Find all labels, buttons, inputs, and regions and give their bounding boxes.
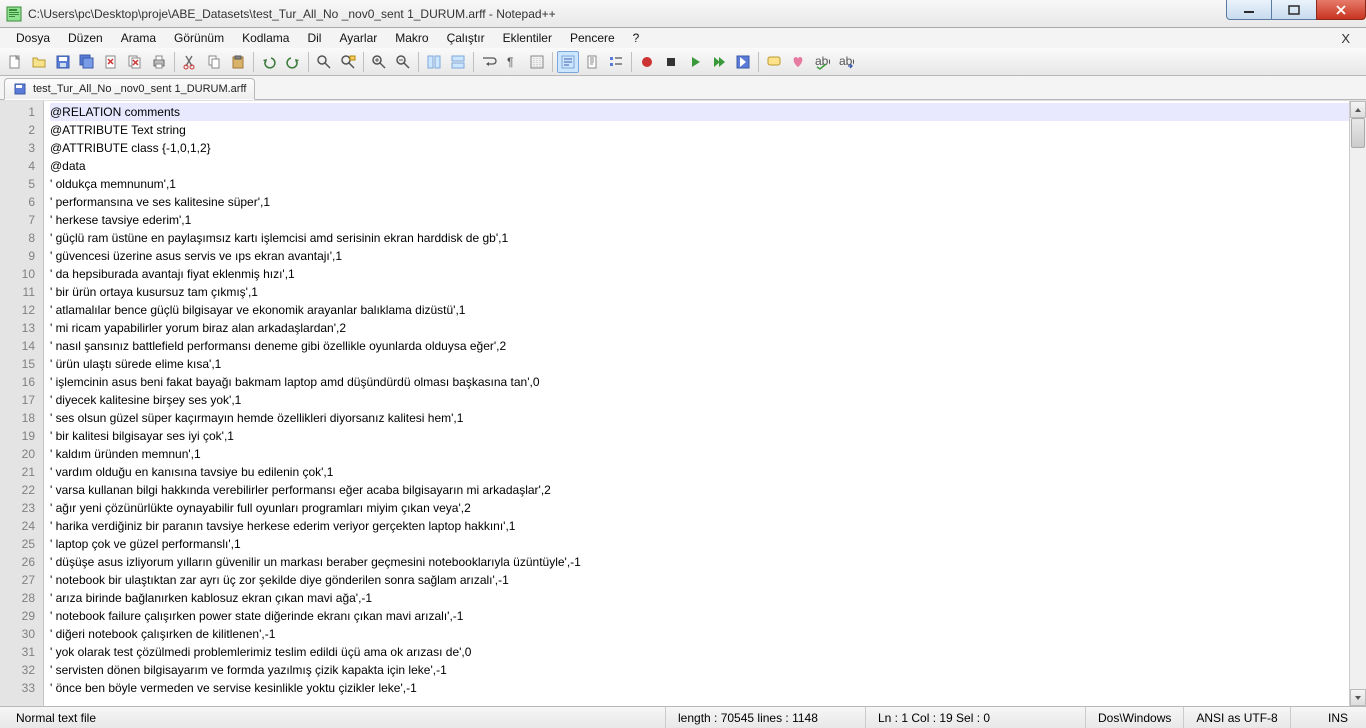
file-tab-label: test_Tur_All_No _nov0_sent 1_DURUM.arff bbox=[33, 83, 246, 95]
editor-area: 1234567891011121314151617181920212223242… bbox=[0, 100, 1366, 706]
menu-help[interactable]: ? bbox=[625, 29, 648, 47]
menu-calistir[interactable]: Çalıştır bbox=[439, 29, 493, 47]
status-length: length : 70545 lines : 1148 bbox=[666, 707, 866, 728]
close-file-icon[interactable] bbox=[100, 51, 122, 73]
status-position: Ln : 1 Col : 19 Sel : 0 bbox=[866, 707, 1086, 728]
paste-icon[interactable] bbox=[227, 51, 249, 73]
spellcheck-next-icon[interactable]: abc bbox=[835, 51, 857, 73]
new-file-icon[interactable] bbox=[4, 51, 26, 73]
file-tab-icon bbox=[13, 82, 27, 96]
doc-map-icon[interactable] bbox=[581, 51, 603, 73]
status-mode: Normal text file bbox=[6, 707, 666, 728]
open-file-icon[interactable] bbox=[28, 51, 50, 73]
menu-kodlama[interactable]: Kodlama bbox=[234, 29, 297, 47]
menu-ayarlar[interactable]: Ayarlar bbox=[331, 29, 385, 47]
maximize-button[interactable] bbox=[1271, 0, 1317, 20]
status-insert: INS bbox=[1316, 707, 1360, 728]
show-all-chars-icon[interactable]: ¶ bbox=[502, 51, 524, 73]
print-icon[interactable] bbox=[148, 51, 170, 73]
undo-icon[interactable] bbox=[258, 51, 280, 73]
spellcheck-icon[interactable]: abc bbox=[811, 51, 833, 73]
zoom-in-icon[interactable] bbox=[368, 51, 390, 73]
replace-icon[interactable] bbox=[337, 51, 359, 73]
heart-icon[interactable] bbox=[787, 51, 809, 73]
svg-text:abc: abc bbox=[815, 54, 830, 68]
menu-eklentiler[interactable]: Eklentiler bbox=[495, 29, 560, 47]
copy-icon[interactable] bbox=[203, 51, 225, 73]
app-icon bbox=[6, 6, 22, 22]
svg-text:¶: ¶ bbox=[507, 55, 513, 69]
play-macro-icon[interactable] bbox=[684, 51, 706, 73]
title-text: C:\Users\pc\Desktop\proje\ABE_Datasets\t… bbox=[28, 7, 556, 21]
code-editor[interactable]: @RELATION comments@ATTRIBUTE Text string… bbox=[44, 101, 1349, 706]
scroll-down-icon[interactable] bbox=[1350, 689, 1366, 706]
play-multi-icon[interactable] bbox=[708, 51, 730, 73]
menubar-close-icon[interactable]: X bbox=[1333, 29, 1358, 48]
menu-dil[interactable]: Dil bbox=[299, 29, 329, 47]
file-tab[interactable]: test_Tur_All_No _nov0_sent 1_DURUM.arff bbox=[4, 78, 255, 100]
sync-h-icon[interactable] bbox=[447, 51, 469, 73]
line-gutter: 1234567891011121314151617181920212223242… bbox=[0, 101, 44, 706]
scroll-thumb[interactable] bbox=[1351, 118, 1365, 148]
close-button[interactable] bbox=[1316, 0, 1366, 20]
menu-dosya[interactable]: Dosya bbox=[8, 29, 58, 47]
function-list-icon[interactable] bbox=[605, 51, 627, 73]
stop-macro-icon[interactable] bbox=[660, 51, 682, 73]
sync-v-icon[interactable] bbox=[423, 51, 445, 73]
vertical-scrollbar[interactable] bbox=[1349, 101, 1366, 706]
toolbar: ¶ abc abc bbox=[0, 48, 1366, 76]
indent-guide-icon[interactable] bbox=[526, 51, 548, 73]
close-all-icon[interactable] bbox=[124, 51, 146, 73]
tab-bar: test_Tur_All_No _nov0_sent 1_DURUM.arff bbox=[0, 76, 1366, 100]
menu-pencere[interactable]: Pencere bbox=[562, 29, 623, 47]
window-controls bbox=[1227, 0, 1366, 20]
minimize-button[interactable] bbox=[1226, 0, 1272, 20]
user-lang-icon[interactable] bbox=[557, 51, 579, 73]
cut-icon[interactable] bbox=[179, 51, 201, 73]
status-encoding: ANSI as UTF-8 bbox=[1184, 707, 1290, 728]
find-icon[interactable] bbox=[313, 51, 335, 73]
record-macro-icon[interactable] bbox=[636, 51, 658, 73]
menu-gorunum[interactable]: Görünüm bbox=[166, 29, 232, 47]
title-bar: C:\Users\pc\Desktop\proje\ABE_Datasets\t… bbox=[0, 0, 1366, 28]
menu-makro[interactable]: Makro bbox=[387, 29, 436, 47]
save-icon[interactable] bbox=[52, 51, 74, 73]
wordwrap-icon[interactable] bbox=[478, 51, 500, 73]
status-bar: Normal text file length : 70545 lines : … bbox=[0, 706, 1366, 728]
menu-bar: Dosya Düzen Arama Görünüm Kodlama Dil Ay… bbox=[0, 28, 1366, 48]
menu-arama[interactable]: Arama bbox=[113, 29, 164, 47]
redo-icon[interactable] bbox=[282, 51, 304, 73]
menu-duzen[interactable]: Düzen bbox=[60, 29, 111, 47]
zoom-out-icon[interactable] bbox=[392, 51, 414, 73]
status-eol: Dos\Windows bbox=[1086, 707, 1184, 728]
save-all-icon[interactable] bbox=[76, 51, 98, 73]
save-macro-icon[interactable] bbox=[732, 51, 754, 73]
toggle-comment-icon[interactable] bbox=[763, 51, 785, 73]
scroll-up-icon[interactable] bbox=[1350, 101, 1366, 118]
